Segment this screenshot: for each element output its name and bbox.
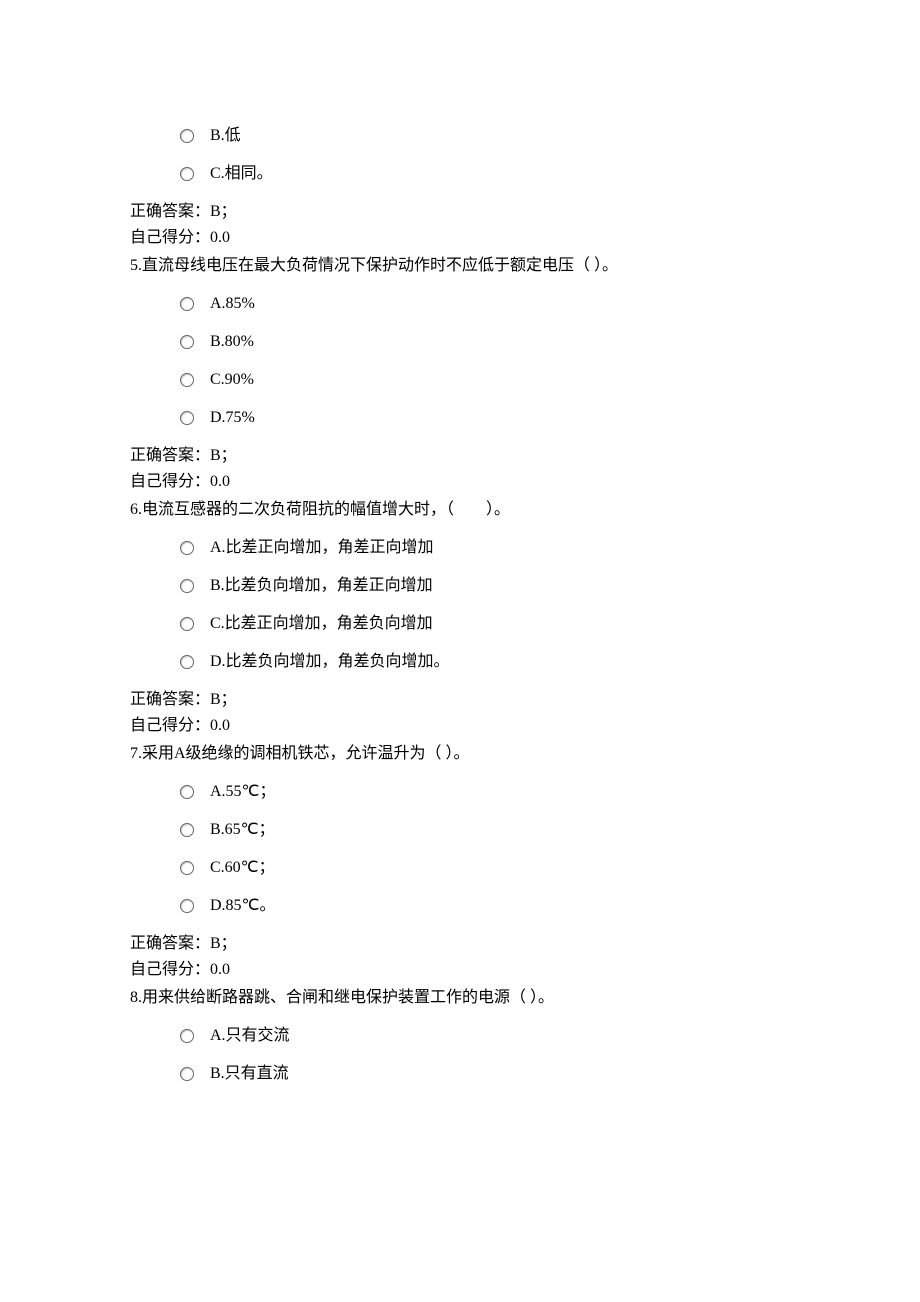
radio-icon[interactable] <box>180 861 194 875</box>
radio-icon[interactable] <box>180 785 194 799</box>
radio-icon[interactable] <box>180 167 194 181</box>
radio-icon[interactable] <box>180 129 194 143</box>
option-row: D.比差负向增加，角差负向增加。 <box>180 650 790 674</box>
option-row: B.只有直流 <box>180 1062 790 1086</box>
option-row: B.80% <box>180 330 790 354</box>
option-label: B.65℃； <box>210 818 275 842</box>
score-line: 自己得分：0.0 <box>130 958 790 982</box>
radio-icon[interactable] <box>180 655 194 669</box>
option-label: A.只有交流 <box>210 1024 290 1048</box>
option-label: B.只有直流 <box>210 1062 289 1086</box>
option-label: A.55℃； <box>210 780 276 804</box>
option-label: C.90% <box>210 368 254 392</box>
question-text: 8.用来供给断路器跳、合闸和继电保护装置工作的电源（ ）。 <box>130 986 790 1010</box>
option-row: B.比差负向增加，角差正向增加 <box>180 574 790 598</box>
option-label: D.85℃。 <box>210 894 276 918</box>
radio-icon[interactable] <box>180 617 194 631</box>
radio-icon[interactable] <box>180 411 194 425</box>
radio-icon[interactable] <box>180 541 194 555</box>
option-label: C.相同。 <box>210 162 273 186</box>
option-row: C.90% <box>180 368 790 392</box>
option-row: A.85% <box>180 292 790 316</box>
radio-icon[interactable] <box>180 1029 194 1043</box>
option-row: D.85℃。 <box>180 894 790 918</box>
option-label: B.低 <box>210 124 241 148</box>
question-text: 6.电流互感器的二次负荷阻抗的幅值增大时，（ ）。 <box>130 498 790 522</box>
question-text: 7.采用A级绝缘的调相机铁芯，允许温升为（ ）。 <box>130 742 790 766</box>
answer-line: 正确答案：B； <box>130 688 790 712</box>
score-line: 自己得分：0.0 <box>130 714 790 738</box>
option-row: C.60℃； <box>180 856 790 880</box>
option-row: C.相同。 <box>180 162 790 186</box>
answer-line: 正确答案：B； <box>130 932 790 956</box>
option-row: B.低 <box>180 124 790 148</box>
score-line: 自己得分：0.0 <box>130 226 790 250</box>
radio-icon[interactable] <box>180 297 194 311</box>
option-label: B.比差负向增加，角差正向增加 <box>210 574 433 598</box>
score-line: 自己得分：0.0 <box>130 470 790 494</box>
radio-icon[interactable] <box>180 1067 194 1081</box>
option-label: D.75% <box>210 406 255 430</box>
question-text: 5.直流母线电压在最大负荷情况下保护动作时不应低于额定电压（ ）。 <box>130 254 790 278</box>
option-label: A.比差正向增加，角差正向增加 <box>210 536 434 560</box>
option-label: A.85% <box>210 292 255 316</box>
answer-line: 正确答案：B； <box>130 200 790 224</box>
option-label: D.比差负向增加，角差负向增加。 <box>210 650 450 674</box>
option-row: D.75% <box>180 406 790 430</box>
radio-icon[interactable] <box>180 335 194 349</box>
option-label: B.80% <box>210 330 254 354</box>
option-label: C.60℃； <box>210 856 275 880</box>
option-row: A.55℃； <box>180 780 790 804</box>
option-label: C.比差正向增加，角差负向增加 <box>210 612 433 636</box>
radio-icon[interactable] <box>180 579 194 593</box>
radio-icon[interactable] <box>180 899 194 913</box>
option-row: A.只有交流 <box>180 1024 790 1048</box>
option-row: C.比差正向增加，角差负向增加 <box>180 612 790 636</box>
option-row: A.比差正向增加，角差正向增加 <box>180 536 790 560</box>
answer-line: 正确答案：B； <box>130 444 790 468</box>
radio-icon[interactable] <box>180 373 194 387</box>
radio-icon[interactable] <box>180 823 194 837</box>
option-row: B.65℃； <box>180 818 790 842</box>
